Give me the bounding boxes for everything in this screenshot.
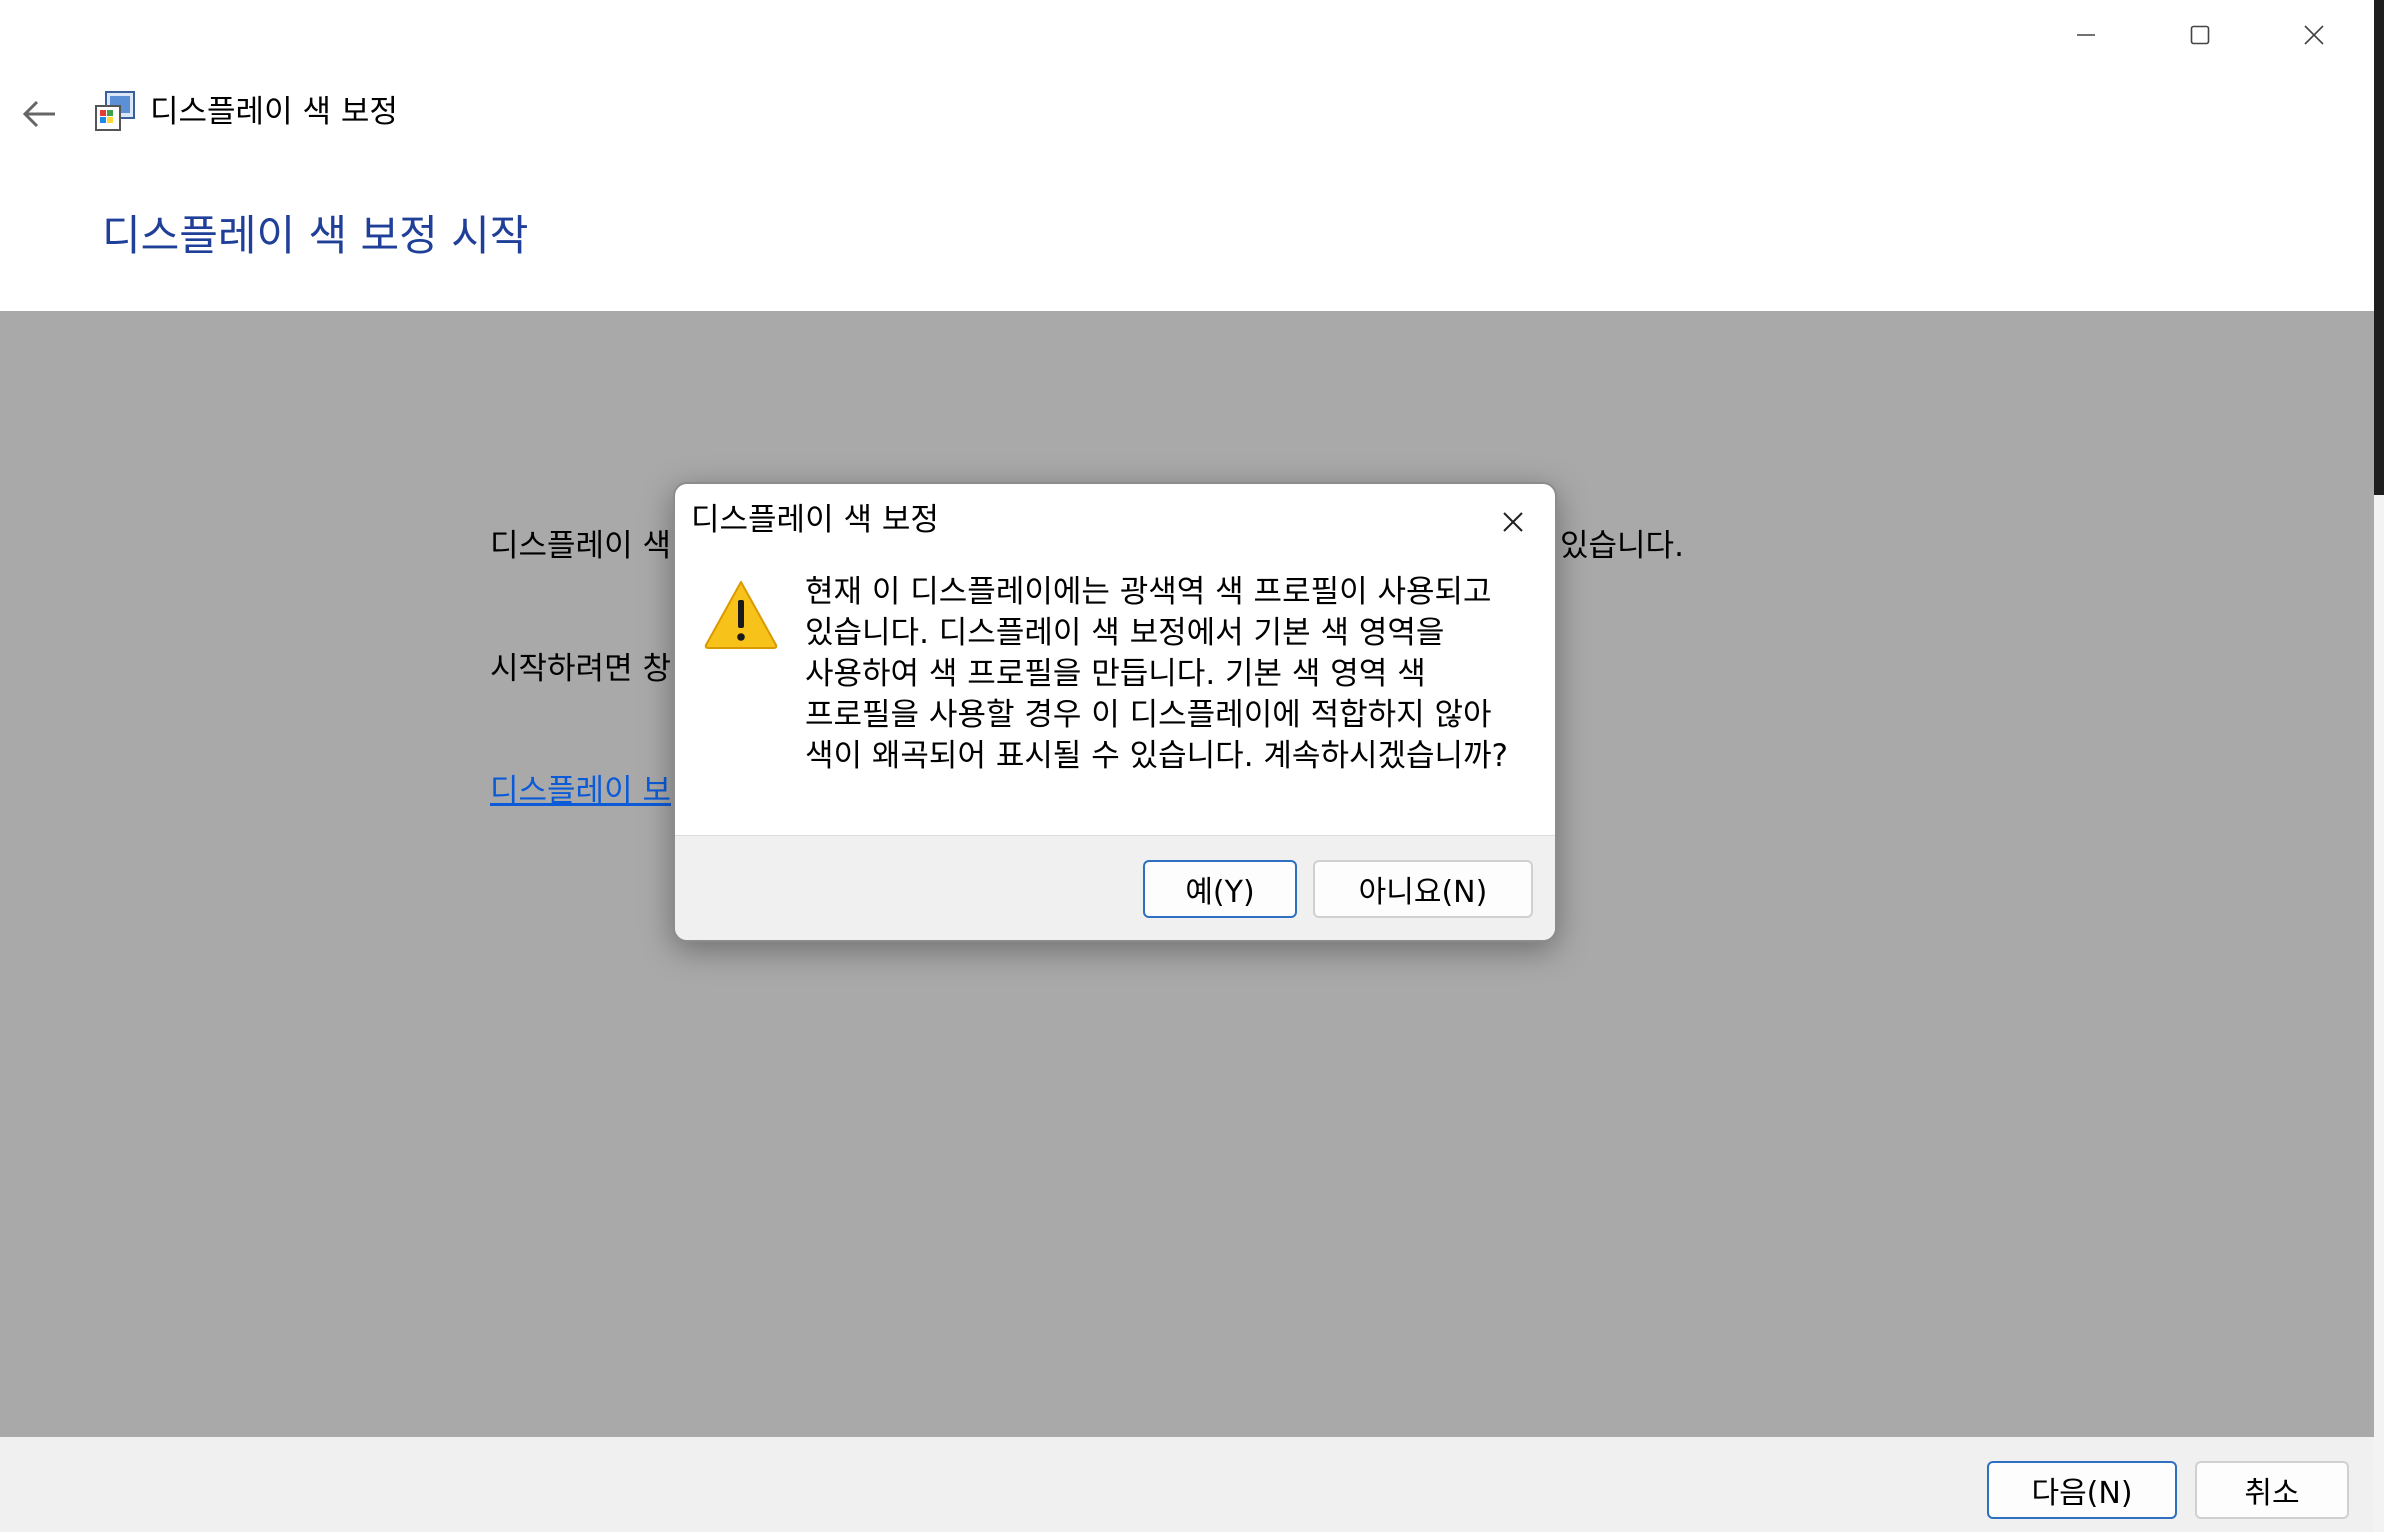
minimize-button[interactable] — [2029, 0, 2143, 70]
wizard-footer: 다음(N) 취소 — [0, 1437, 2374, 1532]
calibration-window: 디스플레이 색 보정 디스플레이 색 보정 시작 디스플레이 색 있습니다. 시… — [0, 0, 2374, 1532]
color-calibration-app-icon — [94, 90, 138, 134]
dialog-title: 디스플레이 색 보정 — [691, 502, 939, 538]
close-icon — [1503, 512, 1523, 532]
instruction-text: 시작하려면 창 — [490, 651, 671, 687]
dialog-body: 현재 이 디스플레이에는 광색역 색 프로필이 사용되고 있습니다. 디스플레이… — [675, 554, 1555, 817]
close-icon — [2304, 25, 2324, 45]
dialog-close-button[interactable] — [1487, 496, 1539, 548]
maximize-icon — [2190, 25, 2210, 45]
yes-button[interactable]: 예(Y) — [1143, 860, 1297, 918]
back-button[interactable] — [14, 88, 66, 140]
close-window-button[interactable] — [2257, 0, 2371, 70]
next-button[interactable]: 다음(N) — [1987, 1461, 2177, 1519]
no-button[interactable]: 아니요(N) — [1313, 860, 1533, 918]
intro-text-start: 디스플레이 색 — [490, 528, 671, 564]
dialog-footer: 예(Y) 아니요(N) — [675, 835, 1555, 940]
app-title: 디스플레이 색 보정 — [150, 94, 398, 130]
maximize-button[interactable] — [2143, 0, 2257, 70]
background-dark-region — [2374, 0, 2384, 495]
dialog-message: 현재 이 디스플레이에는 광색역 색 프로필이 사용되고 있습니다. 디스플레이… — [805, 574, 1509, 774]
help-link[interactable]: 디스플레이 보 — [490, 769, 671, 813]
warning-icon — [703, 578, 779, 650]
intro-text-end: 있습니다. — [1560, 528, 1684, 564]
warning-dialog: 디스플레이 색 보정 현재 이 디스플레이에는 광색역 색 프로필이 사용되고 … — [673, 482, 1557, 942]
back-arrow-icon — [22, 100, 55, 128]
background-window-edge — [2374, 0, 2384, 1532]
cancel-button[interactable]: 취소 — [2195, 1461, 2349, 1519]
page-heading: 디스플레이 색 보정 시작 — [102, 211, 529, 260]
title-bar — [0, 0, 2374, 70]
minimize-icon — [2077, 34, 2095, 36]
wizard-header: 디스플레이 색 보정 디스플레이 색 보정 시작 — [0, 70, 2374, 311]
